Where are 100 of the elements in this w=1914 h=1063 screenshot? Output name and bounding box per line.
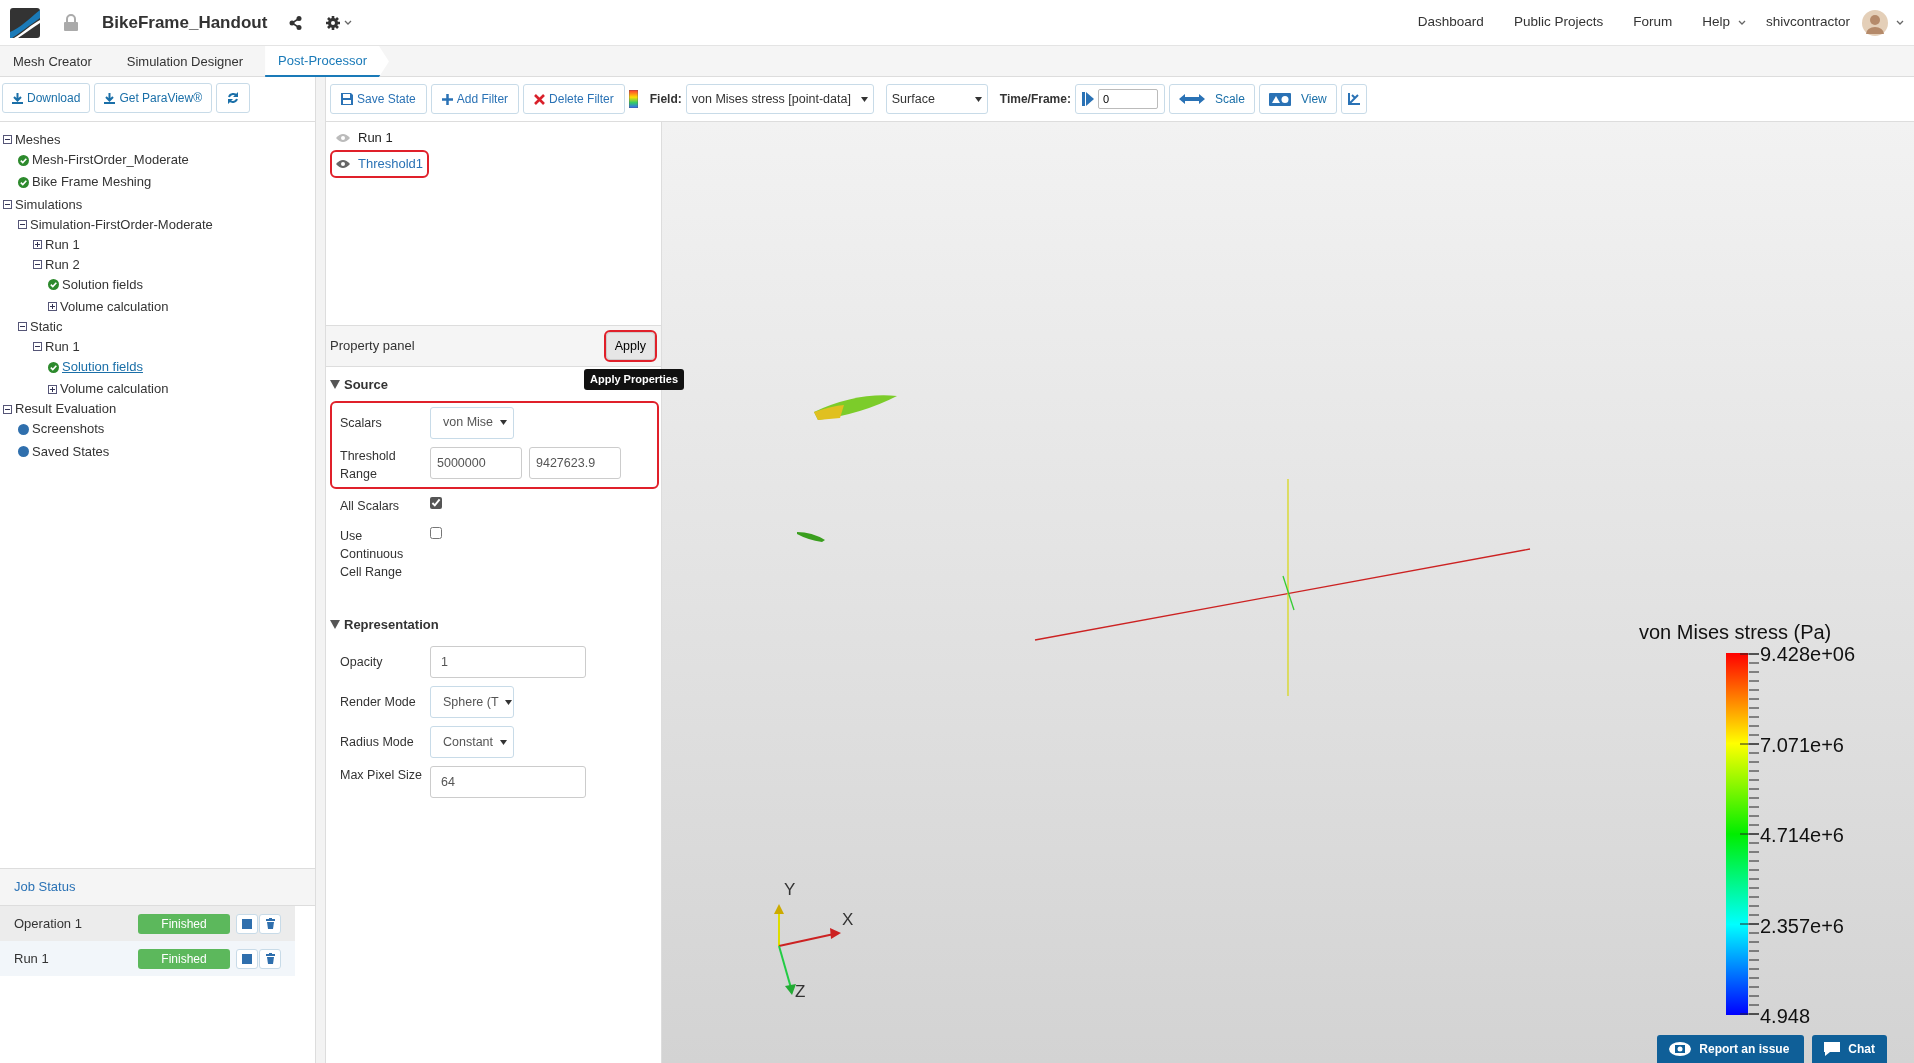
tab[interactable]: Mesh Creator [0,46,114,77]
nav-link[interactable]: Forum [1633,12,1673,33]
tree-item[interactable]: Volume calculation [60,379,169,400]
camera-icon [1669,1042,1692,1056]
tree-item[interactable]: Run 1 [45,337,80,357]
stop-button[interactable] [236,948,258,969]
dot-icon [18,446,29,458]
tree-item[interactable]: Volume calculation [60,297,169,317]
view-button[interactable]: View [1258,84,1337,114]
caret-icon [974,96,982,102]
tooltip: Apply Properties [584,369,685,390]
eye-icon[interactable] [336,159,350,169]
panel-title: Property panel [330,337,415,356]
tree-item[interactable]: Simulation-FirstOrder-Moderate [30,214,213,235]
job-name: Operation 1 [14,914,83,933]
collapse-icon[interactable] [18,322,27,332]
download-icon [104,92,116,104]
checkbox[interactable] [430,526,442,539]
tab[interactable]: Simulation Designer [113,46,266,77]
toolbar-button[interactable]: Delete Filter [523,84,625,114]
tree-item[interactable]: Solution fields [62,357,143,378]
dropdown[interactable]: Sphere (T [430,686,514,718]
field-select[interactable]: von Mises stress [point-data] [685,84,874,114]
tree-item[interactable]: Mesh-FirstOrder_Moderate [32,150,189,171]
tree-item[interactable]: Screenshots [32,419,105,440]
panel-title: Job Status [14,878,76,897]
stop-icon [242,953,252,964]
reset-view-button[interactable] [1340,84,1367,114]
toolbar-button[interactable]: Save State [330,84,427,114]
download-button[interactable]: Get ParaView® [94,83,213,113]
tree-item[interactable]: Solution fields [62,274,143,296]
tree-item[interactable]: Result Evaluation [15,399,117,420]
check-circle-icon [18,154,29,166]
collapse-icon[interactable] [33,260,42,270]
collapse-icon[interactable] [18,219,27,229]
check-circle-icon [18,177,29,189]
input-field[interactable]: 64 [430,766,586,798]
section-title[interactable]: Representation [344,614,439,634]
plus-icon [441,93,453,105]
triangle-down-icon[interactable] [330,380,340,390]
nav-link[interactable]: Public Projects [1513,12,1604,33]
username-link[interactable]: shivcontractor [1765,12,1850,33]
caret-icon [500,739,507,745]
nav-link[interactable]: Dashboard [1417,12,1484,33]
collapse-icon[interactable] [33,342,42,352]
job-name: Run 1 [14,949,50,968]
settings-button[interactable] [326,15,353,30]
pipeline-item[interactable]: Threshold1 [358,154,424,174]
scale-button[interactable]: Scale [1168,84,1255,114]
apply-button[interactable]: Apply [605,331,655,361]
input-field[interactable]: 5000000 [430,446,522,479]
tree-item[interactable]: Static [30,317,63,337]
field-label: Radius Mode [340,734,415,751]
section-title[interactable]: Source [344,375,389,395]
frame-input[interactable]: 0 [1097,89,1158,109]
tree-item[interactable]: Run 1 [45,234,80,255]
dropdown[interactable]: von Mise [430,406,514,439]
stop-button[interactable] [236,913,258,934]
triangle-down-icon[interactable] [330,619,340,629]
refresh-button[interactable] [216,83,251,113]
collapse-icon[interactable] [3,404,12,414]
report-button[interactable]: Report an issue [1657,1035,1805,1063]
tree-item[interactable]: Saved States [32,441,110,463]
field-label: Max Pixel Size [340,767,423,784]
input-field[interactable]: 9427623.9 [529,446,621,479]
tree-item[interactable]: Run 2 [45,254,80,275]
caret-icon [1896,20,1904,25]
toolbar-button[interactable]: Add Filter [430,84,520,114]
field-label: Use Continuous Cell Range [340,527,405,581]
axis-label: X [842,910,854,930]
input-field[interactable]: 1 [430,646,586,678]
nav-link[interactable]: Help [1702,12,1746,33]
share-icon[interactable] [289,15,303,30]
legend-title: von Mises stress (Pa) [1639,620,1833,645]
color-map-icon[interactable] [628,90,638,108]
pipeline-item[interactable]: Run 1 [358,128,393,148]
collapse-icon[interactable] [3,135,12,145]
representation-select[interactable]: Surface [885,84,988,114]
tab[interactable]: Post-Processor [265,46,389,77]
dropdown[interactable]: Constant [430,726,514,758]
delete-button[interactable] [259,948,281,969]
checkbox[interactable] [430,496,442,509]
chat-button[interactable]: Chat [1812,1035,1887,1063]
tree-item[interactable]: Simulations [15,194,83,215]
collapse-icon[interactable] [3,199,12,209]
play-icon[interactable] [1081,92,1094,106]
expand-icon[interactable] [33,240,42,249]
check-circle-icon [48,279,59,291]
expand-icon[interactable] [48,302,57,312]
legend-tick-label: 4.714e+6 [1760,824,1845,846]
expand-icon[interactable] [48,384,57,394]
settings-icon [326,15,341,30]
tree-item[interactable]: Meshes [15,130,61,150]
axis-label: Z [795,982,806,1002]
field-label: Field: [649,91,682,108]
field-label: Scalars [340,414,383,432]
tree-item[interactable]: Bike Frame Meshing [32,172,152,193]
speech-bubble-icon [1824,1042,1841,1056]
download-button[interactable]: Download [2,83,91,113]
delete-button[interactable] [259,913,281,934]
